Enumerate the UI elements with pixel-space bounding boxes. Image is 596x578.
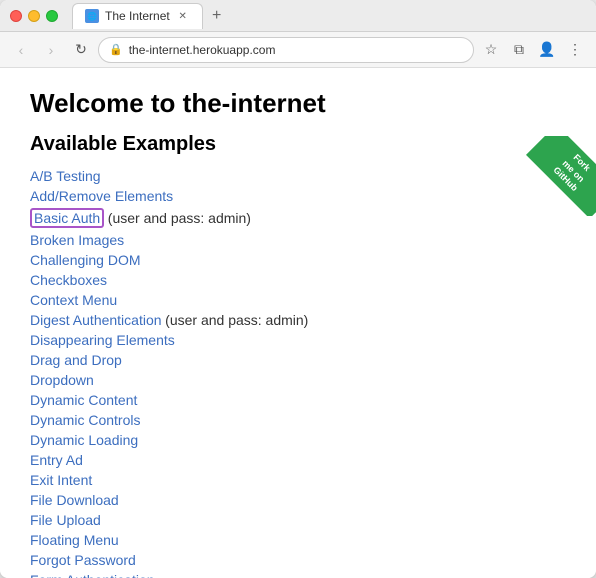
form-auth-link[interactable]: Form Authentication bbox=[30, 572, 155, 578]
browser-tab[interactable]: 🌐 The Internet ✕ bbox=[72, 3, 203, 29]
list-item: Form Authentication bbox=[30, 572, 566, 578]
list-item: Dynamic Controls bbox=[30, 412, 566, 428]
list-item: A/B Testing bbox=[30, 168, 566, 184]
examples-list: A/B Testing Add/Remove Elements Basic Au… bbox=[30, 168, 566, 578]
address-bar[interactable]: 🔒 the-internet.herokuapp.com bbox=[98, 37, 474, 63]
file-upload-link[interactable]: File Upload bbox=[30, 512, 101, 528]
tab-favicon: 🌐 bbox=[85, 9, 99, 23]
dropdown-link[interactable]: Dropdown bbox=[30, 372, 94, 388]
maximize-button[interactable] bbox=[46, 10, 58, 22]
close-button[interactable] bbox=[10, 10, 22, 22]
profile-button[interactable]: 👤 bbox=[534, 37, 560, 63]
traffic-lights bbox=[10, 10, 58, 22]
list-item: Drag and Drop bbox=[30, 352, 566, 368]
ribbon-container: Fork me on GitHub bbox=[516, 136, 596, 216]
list-item: Broken Images bbox=[30, 232, 566, 248]
fork-ribbon[interactable]: Fork me on GitHub bbox=[526, 136, 596, 216]
list-item: Disappearing Elements bbox=[30, 332, 566, 348]
title-bar: 🌐 The Internet ✕ + bbox=[0, 0, 596, 32]
list-item: Entry Ad bbox=[30, 452, 566, 468]
tab-close-button[interactable]: ✕ bbox=[176, 9, 190, 23]
dynamic-controls-link[interactable]: Dynamic Controls bbox=[30, 412, 140, 428]
forgot-password-link[interactable]: Forgot Password bbox=[30, 552, 136, 568]
context-menu-link[interactable]: Context Menu bbox=[30, 292, 117, 308]
new-tab-button[interactable]: + bbox=[207, 6, 227, 26]
dynamic-content-link[interactable]: Dynamic Content bbox=[30, 392, 137, 408]
extensions-button[interactable]: ⧉ bbox=[506, 37, 532, 63]
checkboxes-link[interactable]: Checkboxes bbox=[30, 272, 107, 288]
exit-intent-link[interactable]: Exit Intent bbox=[30, 472, 92, 488]
list-item: Context Menu bbox=[30, 292, 566, 308]
list-item: Forgot Password bbox=[30, 552, 566, 568]
list-item: Dynamic Loading bbox=[30, 432, 566, 448]
list-item: Challenging DOM bbox=[30, 252, 566, 268]
section-title: Available Examples bbox=[30, 133, 566, 156]
browser-window: 🌐 The Internet ✕ + ‹ › ↻ 🔒 the-internet.… bbox=[0, 0, 596, 578]
list-item: Basic Auth (user and pass: admin) bbox=[30, 208, 566, 228]
url-text: the-internet.herokuapp.com bbox=[129, 43, 463, 57]
back-button[interactable]: ‹ bbox=[8, 37, 34, 63]
challenging-dom-link[interactable]: Challenging DOM bbox=[30, 252, 141, 268]
list-item: Dropdown bbox=[30, 372, 566, 388]
list-item: Digest Authentication (user and pass: ad… bbox=[30, 312, 566, 328]
minimize-button[interactable] bbox=[28, 10, 40, 22]
digest-auth-note: (user and pass: admin) bbox=[165, 312, 308, 328]
disappearing-elements-link[interactable]: Disappearing Elements bbox=[30, 332, 175, 348]
page-title: Welcome to the-internet bbox=[30, 88, 566, 119]
list-item: Floating Menu bbox=[30, 532, 566, 548]
list-item: Dynamic Content bbox=[30, 392, 566, 408]
tab-title: The Internet bbox=[105, 9, 170, 23]
menu-button[interactable]: ⋮ bbox=[562, 37, 588, 63]
dynamic-loading-link[interactable]: Dynamic Loading bbox=[30, 432, 138, 448]
refresh-button[interactable]: ↻ bbox=[68, 37, 94, 63]
list-item: Checkboxes bbox=[30, 272, 566, 288]
bookmark-button[interactable]: ☆ bbox=[478, 37, 504, 63]
list-item: Add/Remove Elements bbox=[30, 188, 566, 204]
security-icon: 🔒 bbox=[109, 43, 123, 56]
entry-ad-link[interactable]: Entry Ad bbox=[30, 452, 83, 468]
tab-bar: 🌐 The Internet ✕ + bbox=[72, 3, 586, 29]
nav-bar: ‹ › ↻ 🔒 the-internet.herokuapp.com ☆ ⧉ 👤… bbox=[0, 32, 596, 68]
basic-auth-highlight: Basic Auth bbox=[30, 208, 104, 228]
page-content: Fork me on GitHub Welcome to the-interne… bbox=[0, 68, 596, 578]
list-item: Exit Intent bbox=[30, 472, 566, 488]
nav-actions: ☆ ⧉ 👤 ⋮ bbox=[478, 37, 588, 63]
basic-auth-link[interactable]: Basic Auth bbox=[34, 210, 100, 226]
list-item: File Download bbox=[30, 492, 566, 508]
add-remove-elements-link[interactable]: Add/Remove Elements bbox=[30, 188, 173, 204]
broken-images-link[interactable]: Broken Images bbox=[30, 232, 124, 248]
forward-button[interactable]: › bbox=[38, 37, 64, 63]
list-item: File Upload bbox=[30, 512, 566, 528]
drag-and-drop-link[interactable]: Drag and Drop bbox=[30, 352, 122, 368]
floating-menu-link[interactable]: Floating Menu bbox=[30, 532, 119, 548]
file-download-link[interactable]: File Download bbox=[30, 492, 119, 508]
basic-auth-note: (user and pass: admin) bbox=[108, 210, 251, 226]
digest-auth-link[interactable]: Digest Authentication bbox=[30, 312, 162, 328]
ab-testing-link[interactable]: A/B Testing bbox=[30, 168, 101, 184]
